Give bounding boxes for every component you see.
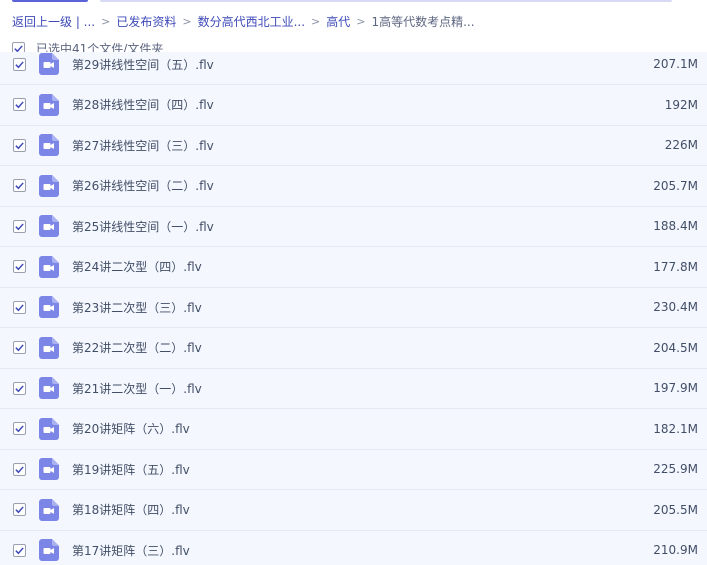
- file-name[interactable]: 第18讲矩阵（四）.flv: [72, 501, 190, 518]
- file-name[interactable]: 第23讲二次型（三）.flv: [72, 299, 202, 316]
- file-name[interactable]: 第27讲线性空间（三）.flv: [72, 137, 214, 154]
- file-name[interactable]: 第21讲二次型（一）.flv: [72, 380, 202, 397]
- video-file-icon: [39, 336, 59, 359]
- file-checkbox[interactable]: [13, 543, 26, 557]
- breadcrumb-item-gaodai[interactable]: 高代: [326, 13, 350, 30]
- top-tab-active-indicator: [12, 0, 88, 2]
- file-size: 205.7M: [653, 178, 698, 193]
- file-size: 230.4M: [653, 300, 698, 315]
- file-size: 205.5M: [653, 502, 698, 517]
- file-checkbox[interactable]: [13, 381, 26, 395]
- file-checkbox[interactable]: [13, 138, 26, 152]
- video-file-icon: [39, 255, 59, 278]
- file-size: 210.9M: [653, 543, 698, 558]
- checkmark-icon: [15, 263, 24, 271]
- checkmark-icon: [15, 425, 24, 433]
- file-name[interactable]: 第25讲线性空间（一）.flv: [72, 218, 214, 235]
- video-file-icon: [39, 134, 59, 157]
- video-file-icon: [39, 458, 59, 481]
- checkmark-icon: [15, 142, 24, 150]
- file-row[interactable]: 第22讲二次型（二）.flv 204.5M: [0, 328, 707, 369]
- top-tab-indicators: [0, 0, 707, 3]
- file-checkbox[interactable]: [13, 462, 26, 476]
- file-row[interactable]: 第29讲线性空间（五）.flv 207.1M: [0, 52, 707, 85]
- file-name[interactable]: 第20讲矩阵（六）.flv: [72, 420, 190, 437]
- file-checkbox[interactable]: [13, 503, 26, 517]
- file-checkbox[interactable]: [13, 219, 26, 233]
- file-row[interactable]: 第28讲线性空间（四）.flv 192M: [0, 85, 707, 126]
- file-checkbox[interactable]: [13, 422, 26, 436]
- video-file-icon: [39, 215, 59, 238]
- checkmark-icon: [15, 182, 24, 190]
- breadcrumb-separator: >: [311, 14, 321, 28]
- file-row[interactable]: 第27讲线性空间（三）.flv 226M: [0, 125, 707, 166]
- video-file-icon: [39, 417, 59, 440]
- checkmark-icon: [15, 385, 24, 393]
- file-size: 225.9M: [653, 462, 698, 477]
- file-row[interactable]: 第20讲矩阵（六）.flv 182.1M: [0, 409, 707, 450]
- checkmark-icon: [15, 466, 24, 474]
- video-file-icon: [39, 296, 59, 319]
- file-row[interactable]: 第17讲矩阵（三）.flv 210.9M: [0, 530, 707, 565]
- file-size: 177.8M: [653, 259, 698, 274]
- checkmark-icon: [15, 344, 24, 352]
- file-row[interactable]: 第19讲矩阵（五）.flv 225.9M: [0, 449, 707, 490]
- file-name[interactable]: 第29讲线性空间（五）.flv: [72, 56, 214, 73]
- video-file-icon: [39, 498, 59, 521]
- file-name[interactable]: 第17讲矩阵（三）.flv: [72, 542, 190, 559]
- file-name[interactable]: 第19讲矩阵（五）.flv: [72, 461, 190, 478]
- file-checkbox[interactable]: [13, 57, 26, 71]
- file-size: 204.5M: [653, 340, 698, 355]
- file-checkbox[interactable]: [13, 341, 26, 355]
- file-row[interactable]: 第18讲矩阵（四）.flv 205.5M: [0, 490, 707, 531]
- file-checkbox[interactable]: [13, 179, 26, 193]
- file-checkbox[interactable]: [13, 300, 26, 314]
- breadcrumb-back[interactable]: 返回上一级 | ...: [12, 13, 95, 30]
- breadcrumb-item-published[interactable]: 已发布资料: [116, 13, 176, 30]
- breadcrumb-item-current: 1高等代数考点精...: [371, 14, 475, 29]
- file-size: 182.1M: [653, 421, 698, 436]
- checkmark-icon: [15, 101, 24, 109]
- breadcrumb-separator: >: [101, 14, 111, 28]
- checkmark-icon: [15, 506, 24, 514]
- checkmark-icon: [15, 223, 24, 231]
- checkmark-icon: [15, 61, 24, 69]
- file-size: 188.4M: [653, 219, 698, 234]
- file-row[interactable]: 第25讲线性空间（一）.flv 188.4M: [0, 206, 707, 247]
- breadcrumb-separator: >: [356, 14, 366, 28]
- video-file-icon: [39, 539, 59, 562]
- checkmark-icon: [15, 304, 24, 312]
- file-checkbox[interactable]: [13, 260, 26, 274]
- file-checkbox[interactable]: [13, 98, 26, 112]
- top-tab-inactive-indicator: [100, 0, 672, 2]
- file-name[interactable]: 第26讲线性空间（二）.flv: [72, 177, 214, 194]
- file-size: 192M: [664, 97, 698, 112]
- file-name[interactable]: 第28讲线性空间（四）.flv: [72, 96, 214, 113]
- file-row[interactable]: 第26讲线性空间（二）.flv 205.7M: [0, 166, 707, 207]
- breadcrumb-item-folder[interactable]: 数分高代西北工业...: [198, 13, 305, 30]
- file-row[interactable]: 第23讲二次型（三）.flv 230.4M: [0, 287, 707, 328]
- file-size: 226M: [664, 138, 698, 153]
- file-name[interactable]: 第22讲二次型（二）.flv: [72, 339, 202, 356]
- breadcrumb: 返回上一级 | ... > 已发布资料 > 数分高代西北工业... > 高代 >…: [12, 12, 475, 30]
- video-file-icon: [39, 174, 59, 197]
- file-size: 197.9M: [653, 381, 698, 396]
- file-row[interactable]: 第21讲二次型（一）.flv 197.9M: [0, 368, 707, 409]
- breadcrumb-separator: >: [182, 14, 192, 28]
- file-list: 第29讲线性空间（五）.flv 207.1M 第28讲线性空间（四）.flv 192M…: [0, 52, 707, 565]
- video-file-icon: [39, 377, 59, 400]
- video-file-icon: [39, 53, 59, 76]
- file-name[interactable]: 第24讲二次型（四）.flv: [72, 258, 202, 275]
- video-file-icon: [39, 93, 59, 116]
- file-row[interactable]: 第24讲二次型（四）.flv 177.8M: [0, 247, 707, 288]
- checkmark-icon: [15, 547, 24, 555]
- file-size: 207.1M: [653, 57, 698, 72]
